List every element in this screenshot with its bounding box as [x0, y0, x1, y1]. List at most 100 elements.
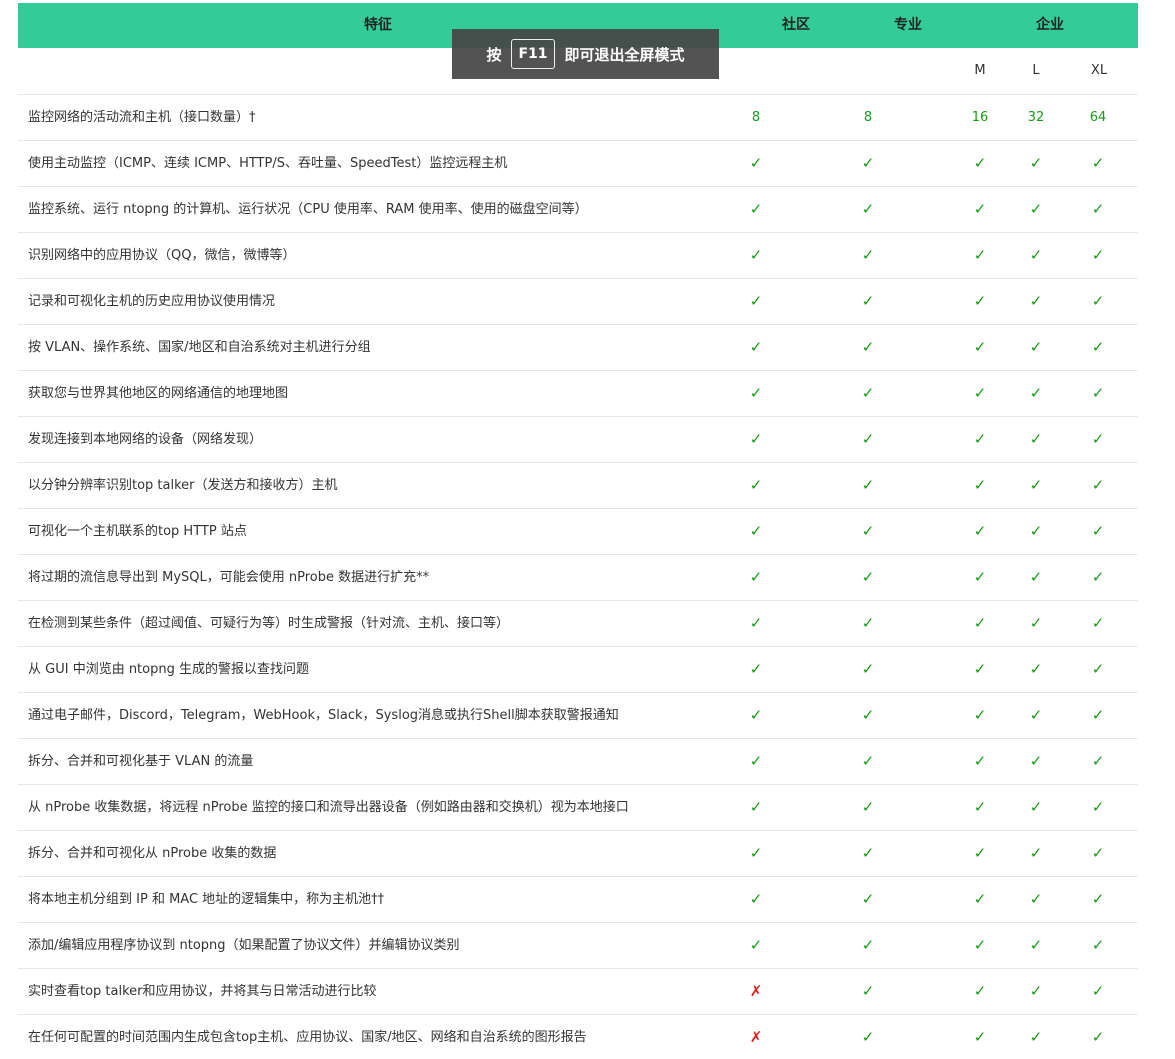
enterprise-xl-check-icon: ✓: [1091, 614, 1105, 632]
community-check-icon: ✓: [749, 752, 763, 770]
feature-label: 从 GUI 中浏览由 ntopng 生成的警报以查找问题: [28, 662, 309, 677]
feature-label: 从 nProbe 收集数据，将远程 nProbe 监控的接口和流导出器设备（例如…: [28, 800, 629, 815]
feature-comparison-page: 特征 社区 专业 企业 M L XL 监控网络的活动流和主机（接口数量）† 8 8 1…: [0, 0, 1175, 1059]
pro-check-icon: ✓: [861, 614, 875, 632]
pro-check-icon: ✓: [861, 982, 875, 1000]
feature-label: 在任何可配置的时间范围内生成包含top主机、应用协议、国家/地区、网络和自治系统…: [28, 1030, 587, 1045]
feature-label: 按 VLAN、操作系统、国家/地区和自治系统对主机进行分组: [28, 340, 371, 355]
enterprise-xl-check-icon: ✓: [1091, 798, 1105, 816]
pro-check-icon: ✓: [861, 752, 875, 770]
pro-check-icon: ✓: [861, 338, 875, 356]
pro-check-icon: ✓: [861, 844, 875, 862]
table-row: 通过电子邮件，Discord，Telegram，WebHook，Slack，Sy…: [18, 693, 1138, 739]
table-row: 识别网络中的应用协议（QQ，微信，微博等） ✓ ✓ ✓ ✓ ✓: [18, 233, 1138, 279]
enterprise-xl-check-icon: ✓: [1091, 936, 1105, 954]
subheader-m: M: [974, 63, 986, 78]
community-check-icon: ✓: [749, 614, 763, 632]
f11-key-badge: F11: [511, 39, 555, 69]
table-row: 将本地主机分组到 IP 和 MAC 地址的逻辑集中，称为主机池†† ✓ ✓ ✓ ✓ ✓: [18, 877, 1138, 923]
enterprise-l-check-icon: ✓: [1029, 982, 1043, 1000]
feature-label: 实时查看top talker和应用协议，并将其与日常活动进行比较: [28, 984, 377, 999]
pro-check-icon: ✓: [861, 1028, 875, 1046]
feature-label: 在检测到某些条件（超过阈值、可疑行为等）时生成警报（针对流、主机、接口等）: [28, 616, 510, 631]
community-check-icon: ✓: [749, 660, 763, 678]
feature-label: 拆分、合并和可视化基于 VLAN 的流量: [28, 754, 254, 769]
subheader-l: L: [1032, 63, 1040, 78]
header-pro: 专业: [894, 17, 922, 33]
pro-check-icon: ✓: [861, 384, 875, 402]
enterprise-xl-check-icon: ✓: [1091, 430, 1105, 448]
pro-check-icon: ✓: [861, 568, 875, 586]
table-row: 在任何可配置的时间范围内生成包含top主机、应用协议、国家/地区、网络和自治系统…: [18, 1015, 1138, 1059]
enterprise-l-check-icon: ✓: [1029, 844, 1043, 862]
pro-check-icon: ✓: [861, 200, 875, 218]
enterprise-l-check-icon: ✓: [1029, 936, 1043, 954]
feature-label: 记录和可视化主机的历史应用协议使用情况: [28, 294, 276, 309]
community-check-icon: ✓: [749, 430, 763, 448]
enterprise-m-check-icon: ✓: [973, 430, 987, 448]
enterprise-xl-check-icon: ✓: [1091, 154, 1105, 172]
enterprise-m-check-icon: ✓: [973, 522, 987, 540]
pro-check-icon: ✓: [861, 890, 875, 908]
enterprise-l-check-icon: ✓: [1029, 384, 1043, 402]
community-check-icon: ✓: [749, 890, 763, 908]
table-row: 拆分、合并和可视化从 nProbe 收集的数据 ✓ ✓ ✓ ✓ ✓: [18, 831, 1138, 877]
feature-label: 使用主动监控（ICMP、连续 ICMP、HTTP/S、吞吐量、SpeedTest…: [28, 156, 508, 171]
enterprise-l-check-icon: ✓: [1029, 752, 1043, 770]
community-check-icon: ✓: [749, 476, 763, 494]
feature-label: 通过电子邮件，Discord，Telegram，WebHook，Slack，Sy…: [28, 708, 619, 723]
table-row: 拆分、合并和可视化基于 VLAN 的流量 ✓ ✓ ✓ ✓ ✓: [18, 739, 1138, 785]
community-cross-icon: ✗: [749, 1028, 763, 1046]
fullscreen-exit-toast: 按 F11 即可退出全屏模式: [452, 29, 719, 79]
enterprise-m-check-icon: ✓: [973, 614, 987, 632]
pro-check-icon: ✓: [861, 660, 875, 678]
enterprise-m-check-icon: ✓: [973, 246, 987, 264]
header-community: 社区: [782, 17, 810, 33]
feature-label: 监控系统、运行 ntopng 的计算机、运行状况（CPU 使用率、RAM 使用率…: [28, 202, 588, 217]
community-check-icon: ✓: [749, 200, 763, 218]
enterprise-m-check-icon: ✓: [973, 384, 987, 402]
community-value: 8: [751, 110, 761, 125]
community-check-icon: ✓: [749, 522, 763, 540]
table-row: 在检测到某些条件（超过阈值、可疑行为等）时生成警报（针对流、主机、接口等） ✓ ✓ ✓…: [18, 601, 1138, 647]
enterprise-xl-check-icon: ✓: [1091, 246, 1105, 264]
enterprise-xl-check-icon: ✓: [1091, 890, 1105, 908]
subheader-xl: XL: [1090, 63, 1108, 78]
enterprise-xl-check-icon: ✓: [1091, 200, 1105, 218]
enterprise-l-check-icon: ✓: [1029, 522, 1043, 540]
enterprise-m-check-icon: ✓: [973, 844, 987, 862]
enterprise-xl-check-icon: ✓: [1091, 1028, 1105, 1046]
enterprise-m-value: 16: [971, 110, 989, 125]
table-row: 将过期的流信息导出到 MySQL，可能会使用 nProbe 数据进行扩充** ✓ ✓…: [18, 555, 1138, 601]
pro-check-icon: ✓: [861, 430, 875, 448]
enterprise-xl-check-icon: ✓: [1091, 476, 1105, 494]
community-check-icon: ✓: [749, 936, 763, 954]
feature-label: 拆分、合并和可视化从 nProbe 收集的数据: [28, 846, 277, 861]
enterprise-l-check-icon: ✓: [1029, 614, 1043, 632]
toast-press-text: 按: [486, 45, 502, 64]
enterprise-m-check-icon: ✓: [973, 1028, 987, 1046]
table-row: 监控系统、运行 ntopng 的计算机、运行状况（CPU 使用率、RAM 使用率…: [18, 187, 1138, 233]
toast-message: 即可退出全屏模式: [564, 45, 685, 64]
enterprise-xl-check-icon: ✓: [1091, 844, 1105, 862]
feature-label: 将过期的流信息导出到 MySQL，可能会使用 nProbe 数据进行扩充**: [28, 570, 430, 585]
enterprise-l-check-icon: ✓: [1029, 338, 1043, 356]
enterprise-l-check-icon: ✓: [1029, 154, 1043, 172]
table-row: 从 GUI 中浏览由 ntopng 生成的警报以查找问题 ✓ ✓ ✓ ✓ ✓: [18, 647, 1138, 693]
enterprise-xl-value: 64: [1089, 110, 1107, 125]
feature-label: 将本地主机分组到 IP 和 MAC 地址的逻辑集中，称为主机池††: [28, 892, 385, 907]
enterprise-l-check-icon: ✓: [1029, 798, 1043, 816]
community-check-icon: ✓: [749, 338, 763, 356]
pro-check-icon: ✓: [861, 798, 875, 816]
feature-label: 发现连接到本地网络的设备（网络发现）: [28, 432, 263, 447]
enterprise-xl-check-icon: ✓: [1091, 568, 1105, 586]
community-check-icon: ✓: [749, 706, 763, 724]
pro-check-icon: ✓: [861, 522, 875, 540]
table-row: 获取您与世界其他地区的网络通信的地理地图 ✓ ✓ ✓ ✓ ✓: [18, 371, 1138, 417]
table-row: 发现连接到本地网络的设备（网络发现） ✓ ✓ ✓ ✓ ✓: [18, 417, 1138, 463]
table-body: 监控网络的活动流和主机（接口数量）† 8 8 16 32 64 使用主动监控（ICMP、连续…: [18, 95, 1138, 1059]
enterprise-m-check-icon: ✓: [973, 890, 987, 908]
table-row: 可视化一个主机联系的top HTTP 站点 ✓ ✓ ✓ ✓ ✓: [18, 509, 1138, 555]
header-enterprise: 企业: [1036, 17, 1064, 33]
enterprise-l-check-icon: ✓: [1029, 200, 1043, 218]
